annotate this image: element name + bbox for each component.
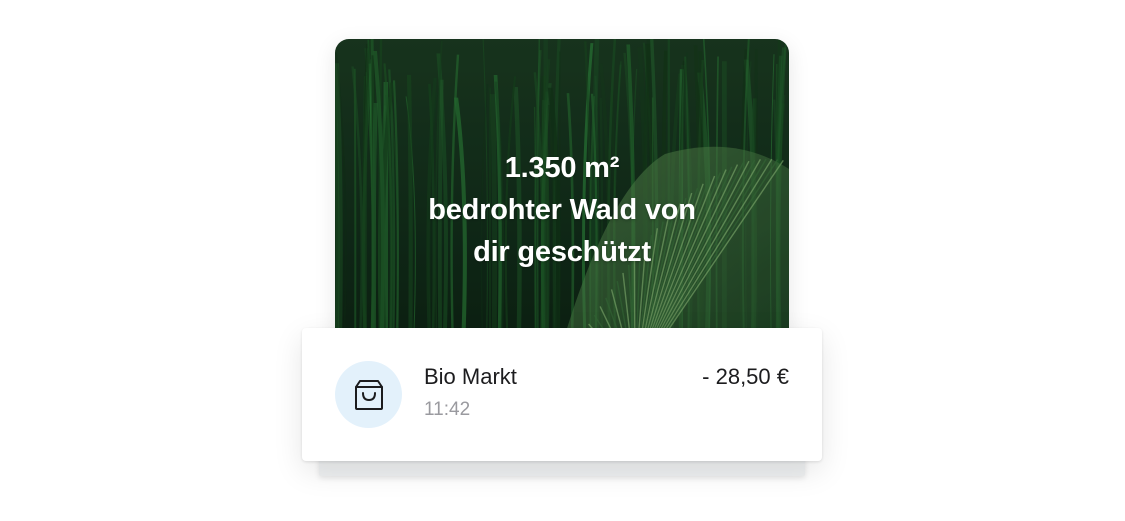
- impact-line-2: bedrohter Wald von: [428, 194, 696, 226]
- transaction-amount: - 28,50 €: [702, 364, 789, 389]
- app-screen: 1.350 m² bedrohter Wald von dir geschütz…: [0, 0, 1125, 521]
- merchant-name: Bio Markt: [424, 364, 517, 389]
- impact-line-3: dir geschützt: [473, 236, 651, 268]
- transaction-card[interactable]: Bio Markt 11:42 - 28,50 €: [302, 328, 822, 461]
- forest-impact-card: 1.350 m² bedrohter Wald von dir geschütz…: [335, 39, 789, 369]
- transaction-time: 11:42: [424, 399, 471, 420]
- impact-headline: 1.350 m² bedrohter Wald von dir geschütz…: [335, 147, 789, 273]
- impact-area: 1.350 m²: [504, 152, 620, 184]
- shopping-bag-icon: [335, 361, 402, 428]
